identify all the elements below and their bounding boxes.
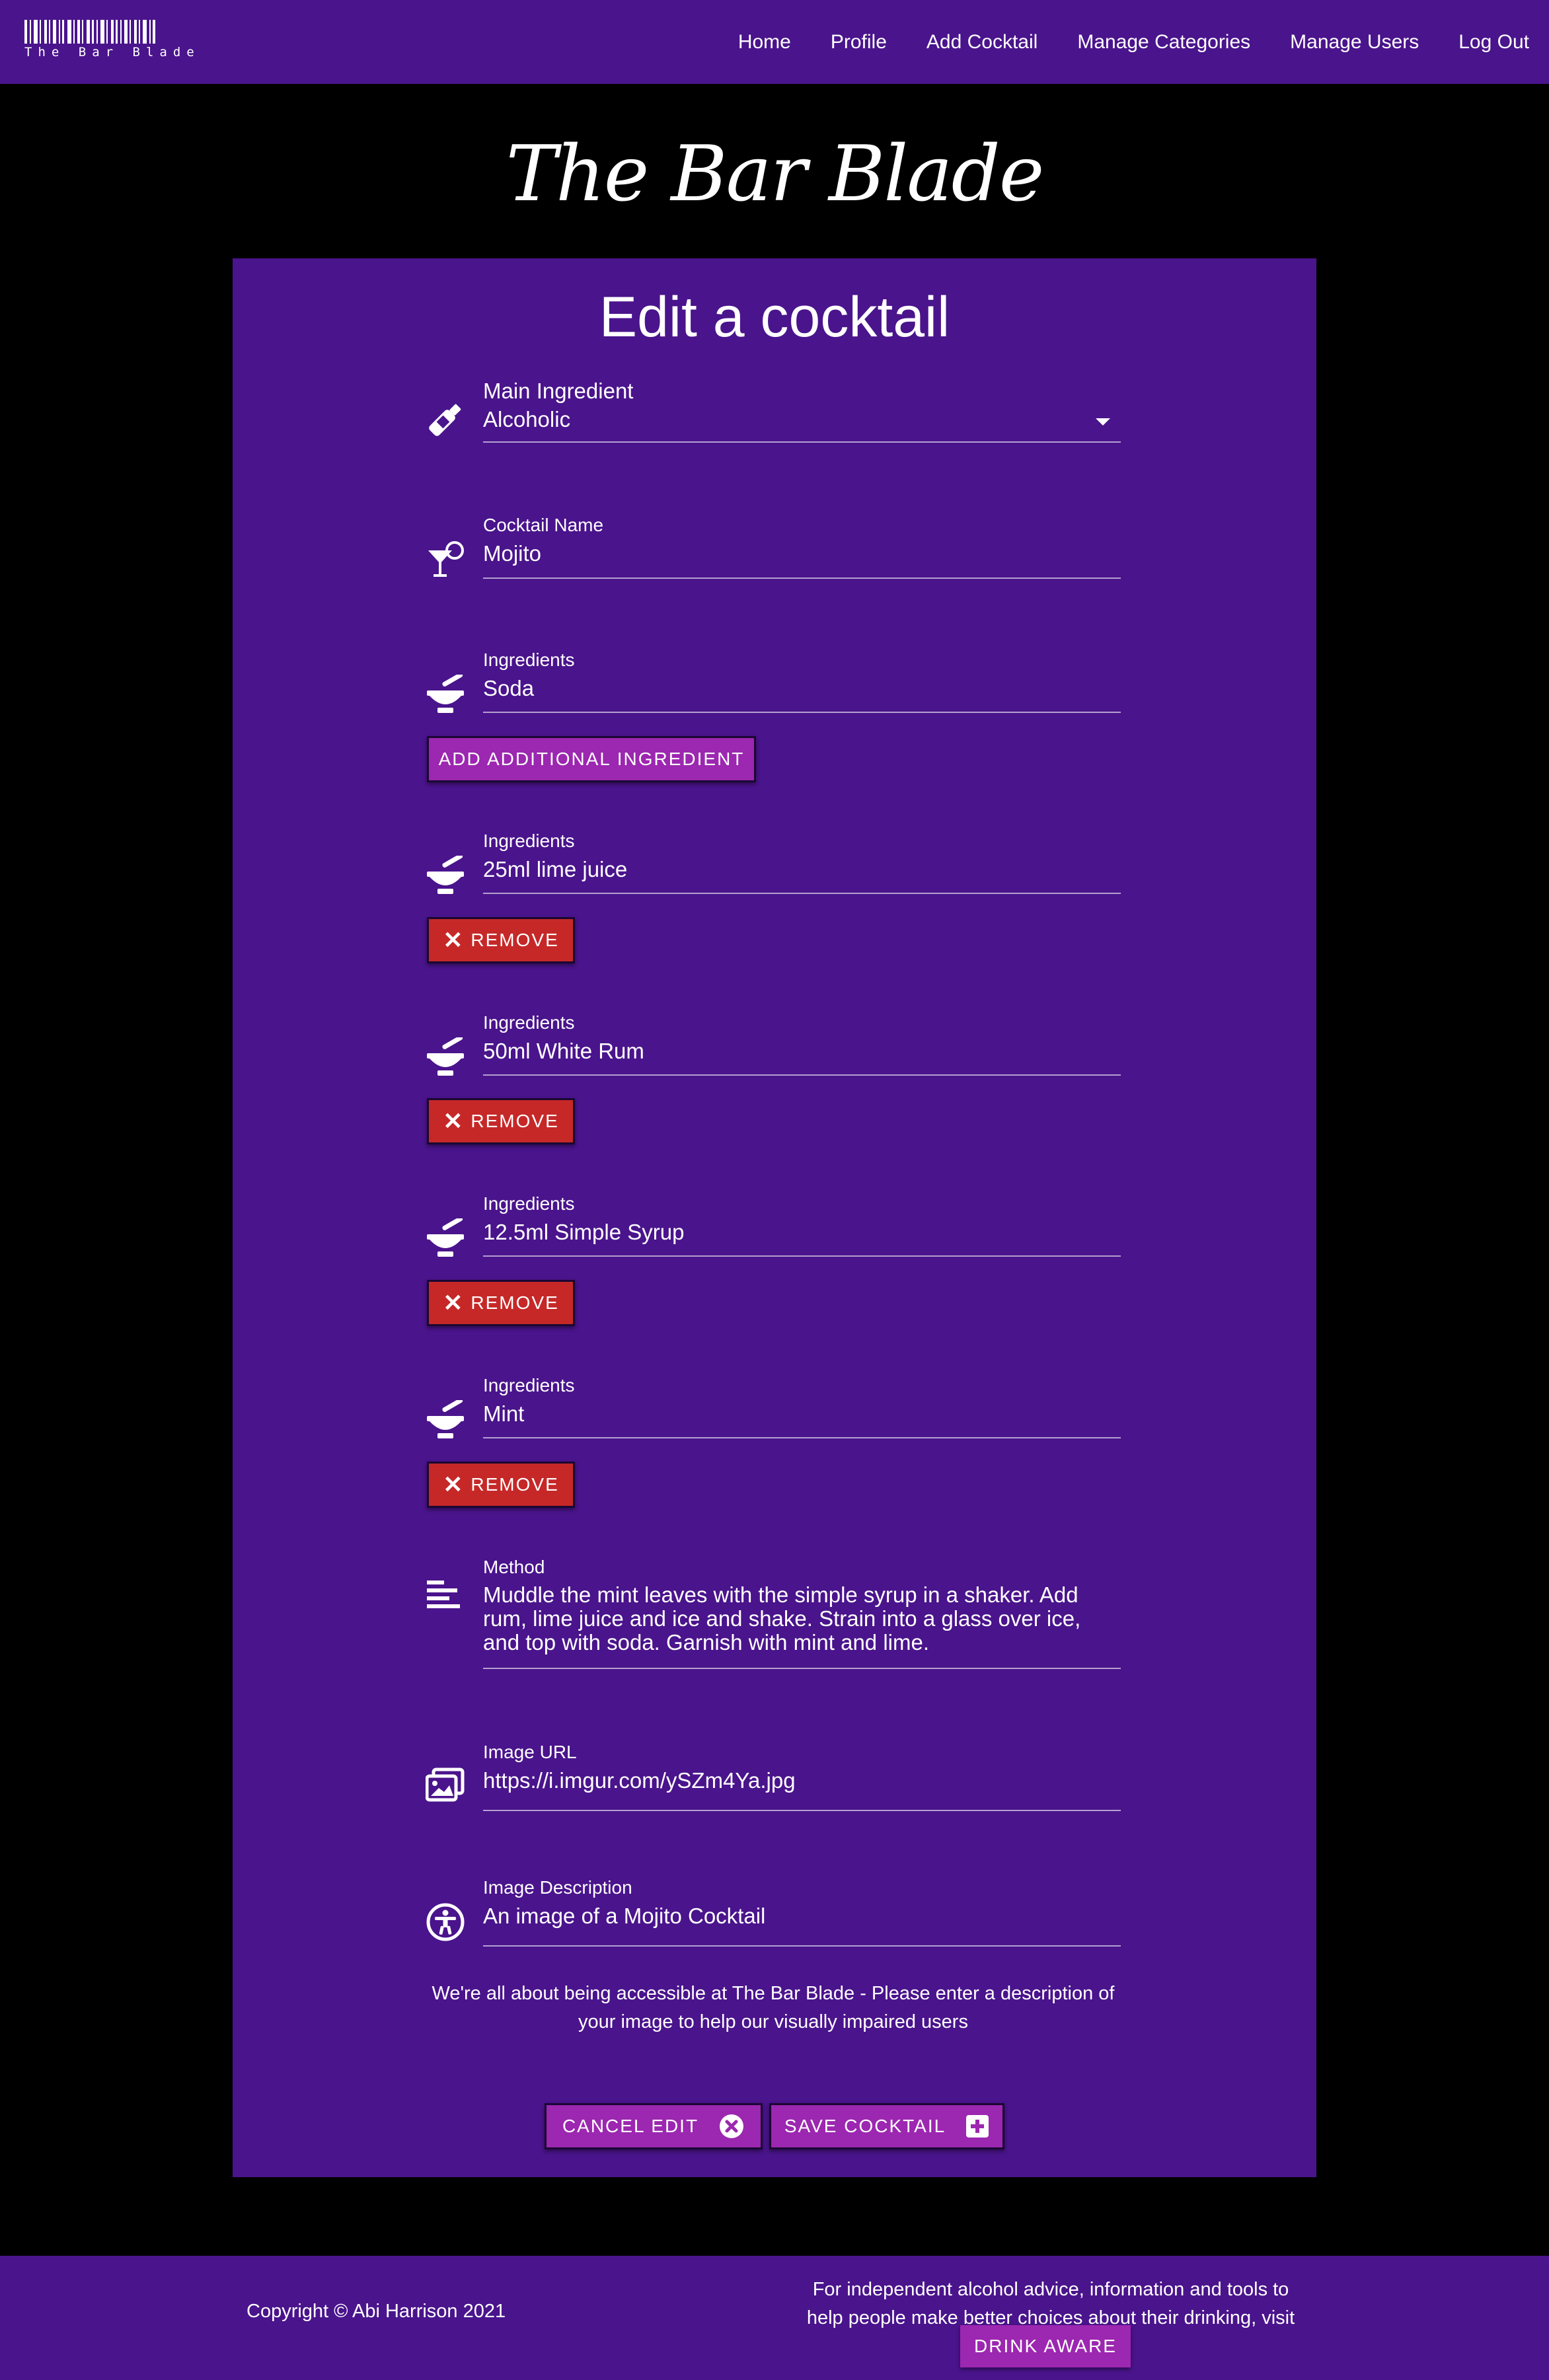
remove-ingredient-button[interactable]: ✕ REMOVE (427, 1098, 575, 1144)
cancel-edit-button[interactable]: CANCEL EDIT (545, 2103, 763, 2149)
accessibility-note: We're all about being accessible at The … (432, 1983, 1115, 2032)
ingredient-label: Ingredients (483, 1193, 575, 1214)
method-label: Method (483, 1557, 545, 1577)
nav-log-out[interactable]: Log Out (1458, 31, 1529, 54)
add-ingredient-button[interactable]: ADD ADDITIONAL INGREDIENT (427, 736, 756, 782)
field-underline (483, 441, 1121, 443)
nav-manage-categories[interactable]: Manage Categories (1077, 31, 1250, 54)
main-ingredient-label: Main Ingredient (483, 379, 634, 403)
mortar-pestle-icon (427, 1218, 464, 1257)
bottle-icon (429, 404, 461, 436)
ingredient-label: Ingredients (483, 1375, 575, 1395)
ingredient-label: Ingredients (483, 650, 575, 670)
cocktail-glass-icon (428, 541, 464, 577)
image-url-field[interactable]: Image URL https://i.imgur.com/ySZm4Ya.jp… (426, 1742, 1121, 1814)
field-underline (483, 1074, 1121, 1076)
edit-cocktail-form: Edit a cocktail Main Ingredient Alcoholi… (233, 258, 1316, 2177)
image-url-label: Image URL (483, 1742, 577, 1762)
cancel-circle-icon (720, 2114, 744, 2138)
ingredient-value: 25ml lime juice (483, 857, 628, 881)
nav-links: Home Profile Add Cocktail Manage Categor… (699, 0, 1529, 84)
close-icon: ✕ (443, 1289, 465, 1316)
ingredient-value: 50ml White Rum (483, 1039, 644, 1063)
ingredient-value: 12.5ml Simple Syrup (483, 1220, 685, 1244)
plus-square-icon (966, 2115, 989, 2138)
image-description-label: Image Description (483, 1877, 632, 1898)
alcohol-advice-text: For independent alcohol advice, informat… (806, 2279, 1295, 2328)
ingredient-value: Mint (483, 1401, 525, 1426)
field-underline (483, 1437, 1121, 1438)
mortar-pestle-icon (427, 675, 464, 713)
navbar: The Bar Blade Home Profile Add Cocktail … (0, 0, 1549, 84)
ingredient-field[interactable]: Ingredients Soda (426, 650, 1121, 722)
cocktail-name-field[interactable]: Cocktail Name Mojito (426, 515, 1121, 587)
logo-text: The Bar Blade (24, 45, 200, 59)
close-icon: ✕ (443, 1471, 465, 1498)
nav-home[interactable]: Home (738, 31, 791, 54)
remove-ingredient-button[interactable]: ✕ REMOVE (427, 1462, 575, 1508)
field-underline (483, 1810, 1121, 1811)
field-underline (483, 712, 1121, 713)
nav-profile[interactable]: Profile (831, 31, 887, 54)
main-ingredient-select[interactable]: Main Ingredient Alcoholic (426, 379, 1121, 451)
copyright-text: Copyright © Abi Harrison 2021 (246, 2301, 506, 2322)
site-title: The Bar Blade (506, 130, 1045, 219)
chevron-down-icon (1096, 418, 1110, 426)
ingredient-field[interactable]: Ingredients Mint (426, 1375, 1121, 1448)
mortar-pestle-icon (427, 1400, 464, 1438)
method-field[interactable]: Method Muddle the mint leaves with the s… (426, 1557, 1121, 1676)
mortar-pestle-icon (427, 856, 464, 894)
image-description-field[interactable]: Image Description An image of a Mojito C… (426, 1877, 1121, 1950)
cocktail-name-value: Mojito (483, 541, 542, 566)
ingredient-field[interactable]: Ingredients 25ml lime juice (426, 831, 1121, 903)
method-value: Muddle the mint leaves with the simple s… (483, 1582, 1081, 1655)
nav-manage-users[interactable]: Manage Users (1290, 31, 1419, 54)
remove-ingredient-button[interactable]: ✕ REMOVE (427, 1280, 575, 1326)
ingredient-field[interactable]: Ingredients 12.5ml Simple Syrup (426, 1193, 1121, 1266)
cocktail-name-label: Cocktail Name (483, 515, 604, 535)
field-underline (483, 1668, 1121, 1669)
image-description-value: An image of a Mojito Cocktail (483, 1904, 766, 1928)
close-icon: ✕ (443, 1107, 465, 1134)
field-underline (483, 577, 1121, 579)
footer: Copyright © Abi Harrison 2021 For indepe… (0, 2256, 1549, 2380)
accessibility-icon (426, 1903, 465, 1941)
ingredient-field[interactable]: Ingredients 50ml White Rum (426, 1012, 1121, 1085)
image-url-value: https://i.imgur.com/ySZm4Ya.jpg (483, 1768, 796, 1793)
field-underline (483, 893, 1121, 894)
save-cocktail-button[interactable]: SAVE COCKTAIL (769, 2103, 1004, 2149)
drink-aware-button[interactable]: DRINK AWARE (960, 2325, 1131, 2367)
field-underline (483, 1945, 1121, 1947)
nav-add-cocktail[interactable]: Add Cocktail (926, 31, 1038, 54)
images-icon (426, 1767, 465, 1802)
close-icon: ✕ (443, 926, 465, 953)
mortar-pestle-icon (427, 1037, 464, 1076)
align-left-icon (427, 1580, 460, 1608)
form-title: Edit a cocktail (599, 285, 950, 349)
remove-ingredient-button[interactable]: ✕ REMOVE (427, 917, 575, 963)
ingredient-label: Ingredients (483, 831, 575, 851)
ingredient-label: Ingredients (483, 1012, 575, 1033)
barcode-logo-icon (24, 20, 200, 44)
field-underline (483, 1255, 1121, 1257)
site-logo[interactable]: The Bar Blade (24, 20, 200, 63)
main-ingredient-value: Alcoholic (483, 407, 571, 431)
ingredient-value: Soda (483, 676, 535, 700)
